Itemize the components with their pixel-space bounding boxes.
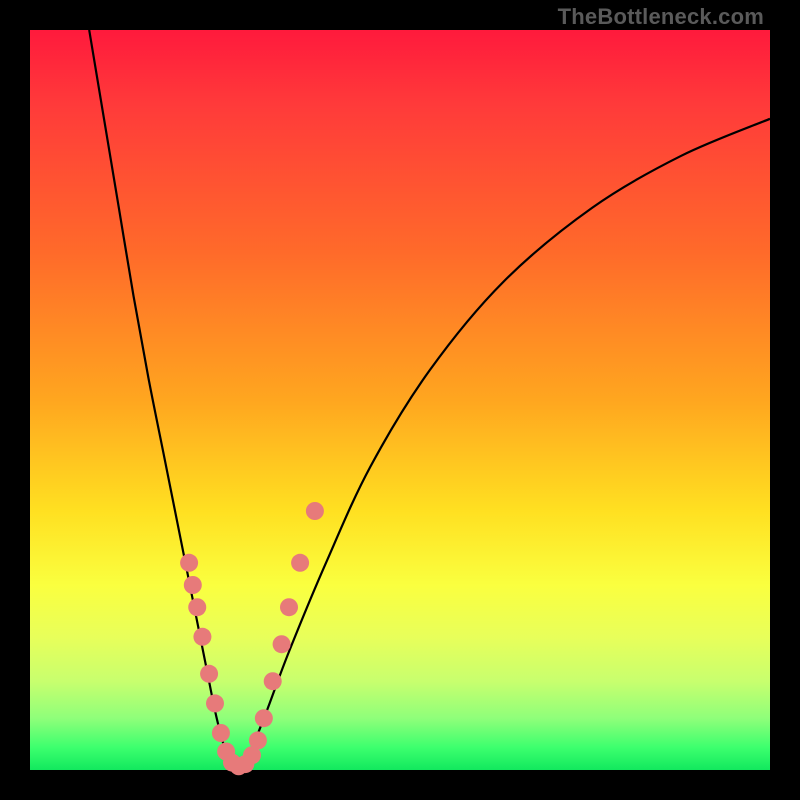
data-point xyxy=(206,694,224,712)
watermark-text: TheBottleneck.com xyxy=(558,4,764,30)
data-point xyxy=(264,672,282,690)
chart-frame: TheBottleneck.com xyxy=(0,0,800,800)
data-point xyxy=(180,554,198,572)
data-point xyxy=(273,635,291,653)
curve-svg xyxy=(30,30,770,770)
data-point xyxy=(200,665,218,683)
data-point xyxy=(193,628,211,646)
data-point xyxy=(306,502,324,520)
bottleneck-curve-left xyxy=(89,30,237,770)
data-point xyxy=(188,598,206,616)
bottleneck-curve-right xyxy=(237,119,770,770)
data-point xyxy=(255,709,273,727)
data-point xyxy=(249,731,267,749)
data-point xyxy=(280,598,298,616)
data-point xyxy=(291,554,309,572)
data-point xyxy=(212,724,230,742)
plot-area xyxy=(30,30,770,770)
data-point xyxy=(184,576,202,594)
data-points-group xyxy=(180,502,324,775)
